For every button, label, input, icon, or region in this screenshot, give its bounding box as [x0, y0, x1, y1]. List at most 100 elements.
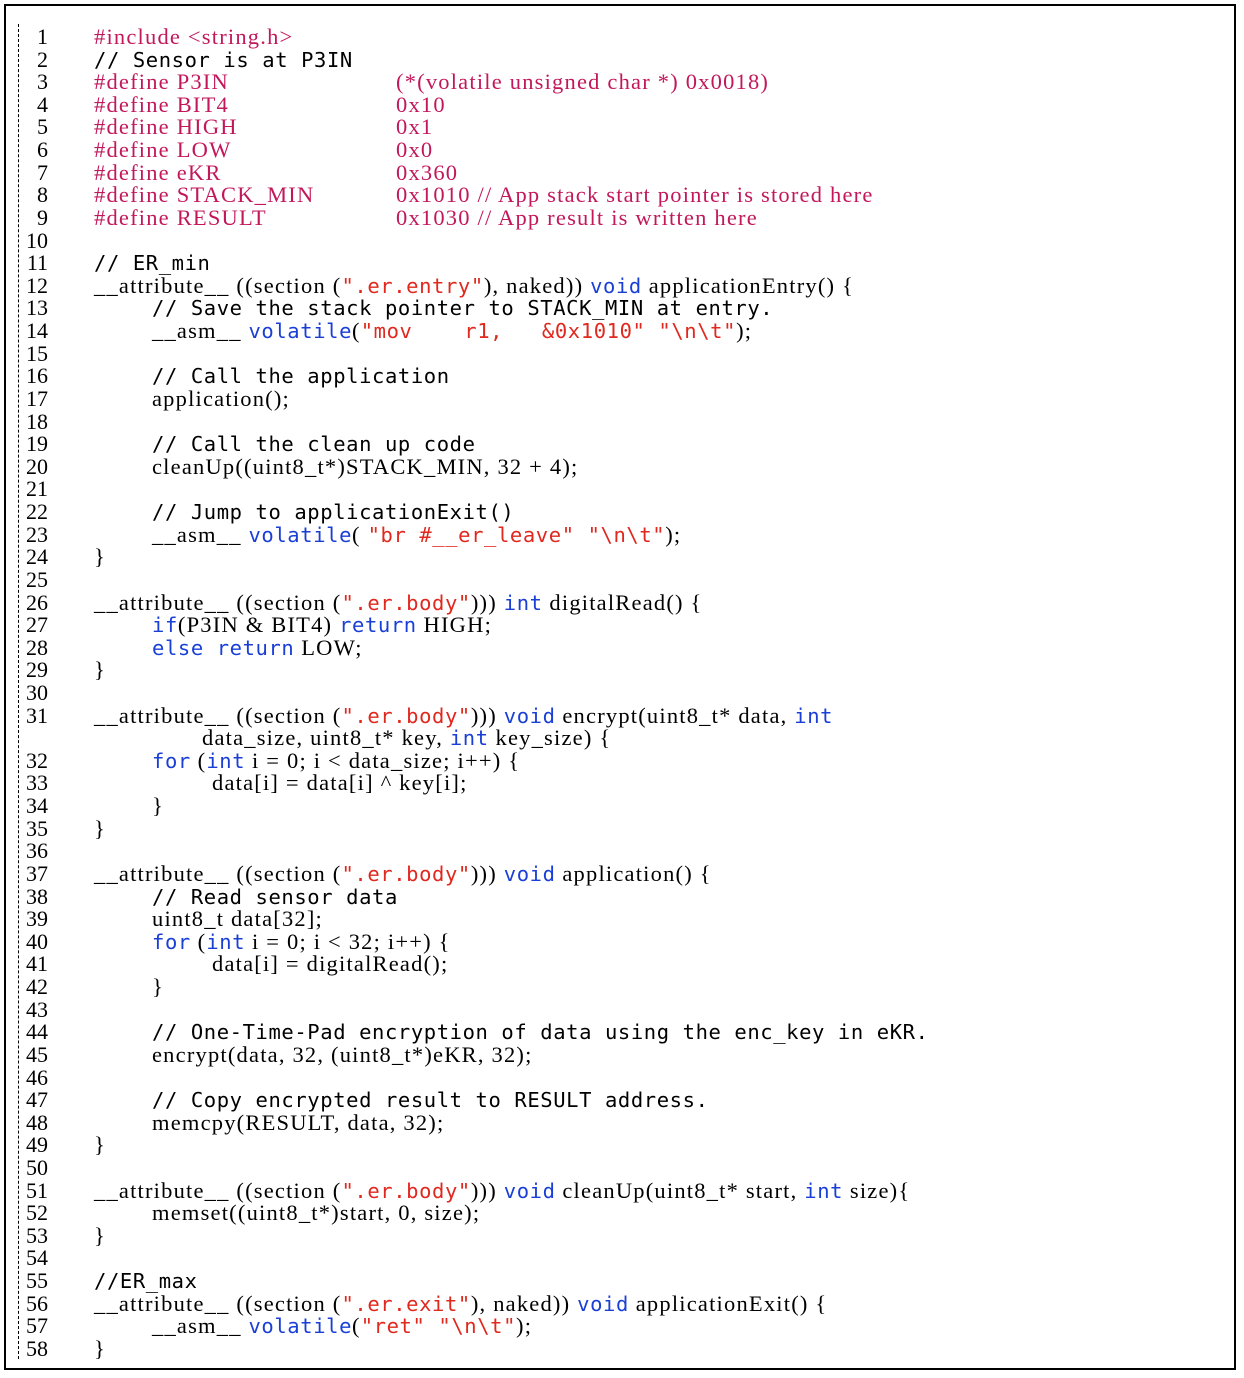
- line-number: 17: [26, 385, 48, 411]
- line-number: 19: [26, 431, 48, 457]
- code-token-nm: }: [94, 1222, 106, 1248]
- code-token-nm: }: [152, 974, 164, 1000]
- code-token-kw: else return: [152, 635, 295, 660]
- code-token-nm: data[i] = digitalRead();: [212, 951, 449, 977]
- code-token-nm: (: [352, 1313, 361, 1339]
- line-number: 32: [26, 747, 48, 773]
- code-token-nm: application() {: [555, 860, 712, 886]
- code-token-nm: size){: [843, 1177, 911, 1203]
- code-line: // Sensor is at P3IN: [94, 48, 353, 72]
- code-token-nm: data[i] = data[i] ^ key[i];: [212, 770, 468, 796]
- code-line: }: [94, 815, 106, 841]
- code-token-pp: #define HIGH: [94, 114, 238, 140]
- line-number: 3: [37, 69, 48, 95]
- code-token-nm: (: [352, 521, 368, 547]
- code-token-kw: for: [152, 748, 191, 773]
- line-number: 37: [26, 860, 48, 886]
- code-token-nm: }: [152, 793, 164, 819]
- code-line: // One-Time-Pad encryption of data using…: [152, 1021, 929, 1044]
- code-token-cm: //ER_max: [94, 1269, 198, 1294]
- line-number: 25: [26, 566, 48, 592]
- code-token-pp: #include <string.h>: [94, 24, 294, 49]
- code-token-nm: encrypt(uint8_t* data,: [555, 702, 795, 728]
- code-token-kw: volatile: [248, 1314, 353, 1339]
- code-line: memcpy(RESULT, data, 32);: [152, 1111, 444, 1135]
- code-line: __attribute__ ((section (".er.body"))) i…: [94, 589, 703, 615]
- code-token-kw: void: [577, 1291, 629, 1316]
- code-token-kw: volatile: [248, 319, 353, 344]
- line-number: 46: [26, 1064, 48, 1090]
- line-number: 23: [26, 521, 48, 547]
- code-token-pp: 0x360: [396, 159, 459, 185]
- code-token-nm: data_size, uint8_t* key,: [202, 725, 450, 751]
- line-number: 43: [26, 996, 48, 1022]
- code-line: // ER_min: [94, 252, 210, 275]
- code-listing-frame: 1 #include <string.h> 2 // Sensor is at P3I…: [4, 4, 1236, 1370]
- code-line: }: [94, 659, 106, 682]
- code-line: __attribute__ ((section (".er.body"))) v…: [94, 702, 833, 728]
- code-token-cm: // Call the application: [152, 364, 450, 389]
- code-token-pp: #define BIT4: [94, 91, 229, 117]
- code-token-nm: __attribute__ ((section (: [94, 1177, 342, 1203]
- code-token-kw: void: [503, 861, 556, 886]
- code-token-pp: #define P3IN: [94, 69, 229, 95]
- code-token-kw: int: [206, 748, 246, 773]
- code-line: #define BIT4: [94, 91, 229, 117]
- code-token-nm: (: [352, 318, 361, 344]
- line-number: 27: [26, 612, 48, 638]
- line-number: 30: [26, 679, 48, 705]
- line-number: 10: [26, 227, 48, 253]
- code-line: // Jump to applicationExit(): [152, 501, 514, 524]
- code-line: __attribute__ ((section (".er.exit"), na…: [94, 1290, 828, 1316]
- code-token-st: ".er.body": [341, 861, 471, 886]
- code-token-nm: }: [94, 815, 106, 841]
- code-token-nm: ))): [470, 589, 504, 615]
- code-token-cm: // One-Time-Pad encryption of data using…: [152, 1020, 929, 1045]
- code-token-nm: (: [190, 747, 207, 773]
- code-token-nm: }: [94, 657, 106, 683]
- code-token-nm: __attribute__ ((section (: [94, 1290, 342, 1316]
- code-token-pp: #define STACK_MIN: [94, 182, 315, 208]
- code-line: }: [94, 1134, 106, 1157]
- code-token-nm: applicationEntry() {: [641, 272, 855, 298]
- code-line: #define eKR: [94, 161, 222, 185]
- code-token-pp: #define RESULT: [94, 204, 267, 230]
- code-line: uint8_t data[32];: [152, 906, 323, 932]
- code-line: // Save the stack pointer to STACK_MIN a…: [152, 297, 773, 320]
- code-line: data[i] = data[i] ^ key[i];: [212, 772, 468, 795]
- line-number: 29: [26, 657, 48, 683]
- code-line: }: [94, 1337, 106, 1361]
- line-number: 28: [26, 634, 48, 660]
- line-number: 44: [26, 1019, 48, 1045]
- code-line: for (int i = 0; i < data_size; i++) {: [152, 747, 520, 773]
- code-token-nm: applicationExit() {: [628, 1290, 828, 1316]
- code-token-nm: uint8_t data[32];: [152, 906, 323, 932]
- code-token-cm: // Save the stack pointer to STACK_MIN a…: [152, 296, 774, 321]
- code-line: __attribute__ ((section (".er.body"))) v…: [94, 860, 712, 886]
- code-token-pp: 0x1: [396, 114, 434, 140]
- code-line: }: [94, 545, 106, 569]
- line-number: 56: [26, 1290, 48, 1316]
- code-line: #include <string.h>: [94, 24, 294, 49]
- code-line: #define LOW: [94, 138, 232, 162]
- line-number: 42: [26, 974, 48, 1000]
- define-value: 0x1: [396, 116, 433, 139]
- code-token-nm: cleanUp(uint8_t* start,: [555, 1177, 805, 1203]
- line-number: 9: [37, 204, 48, 230]
- code-token-st: "mov r1, &0x1010" "\n\t": [360, 319, 737, 344]
- code-token-cm: // Read sensor data: [152, 884, 398, 909]
- code-line: // Read sensor data: [152, 884, 398, 909]
- code-token-nm: digitalRead() {: [542, 589, 703, 615]
- code-token-pp: 0x1010 // App stack start pointer is sto…: [396, 182, 874, 208]
- code-token-nm: );: [516, 1313, 533, 1339]
- line-number: 20: [26, 453, 48, 479]
- line-number: 55: [26, 1268, 48, 1294]
- code-line: }: [152, 974, 164, 1000]
- code-token-kw: int: [206, 929, 246, 954]
- code-line: __attribute__ ((section (".er.body"))) v…: [94, 1177, 911, 1203]
- code-token-nm: __attribute__ ((section (: [94, 272, 342, 298]
- code-token-nm: (P3IN & BIT4): [177, 612, 340, 638]
- code-token-nm: cleanUp((uint8_t*)STACK_MIN, 32 + 4);: [152, 453, 579, 479]
- code-line: //ER_max: [94, 1270, 198, 1293]
- code-token-pp: 0x0: [396, 137, 434, 163]
